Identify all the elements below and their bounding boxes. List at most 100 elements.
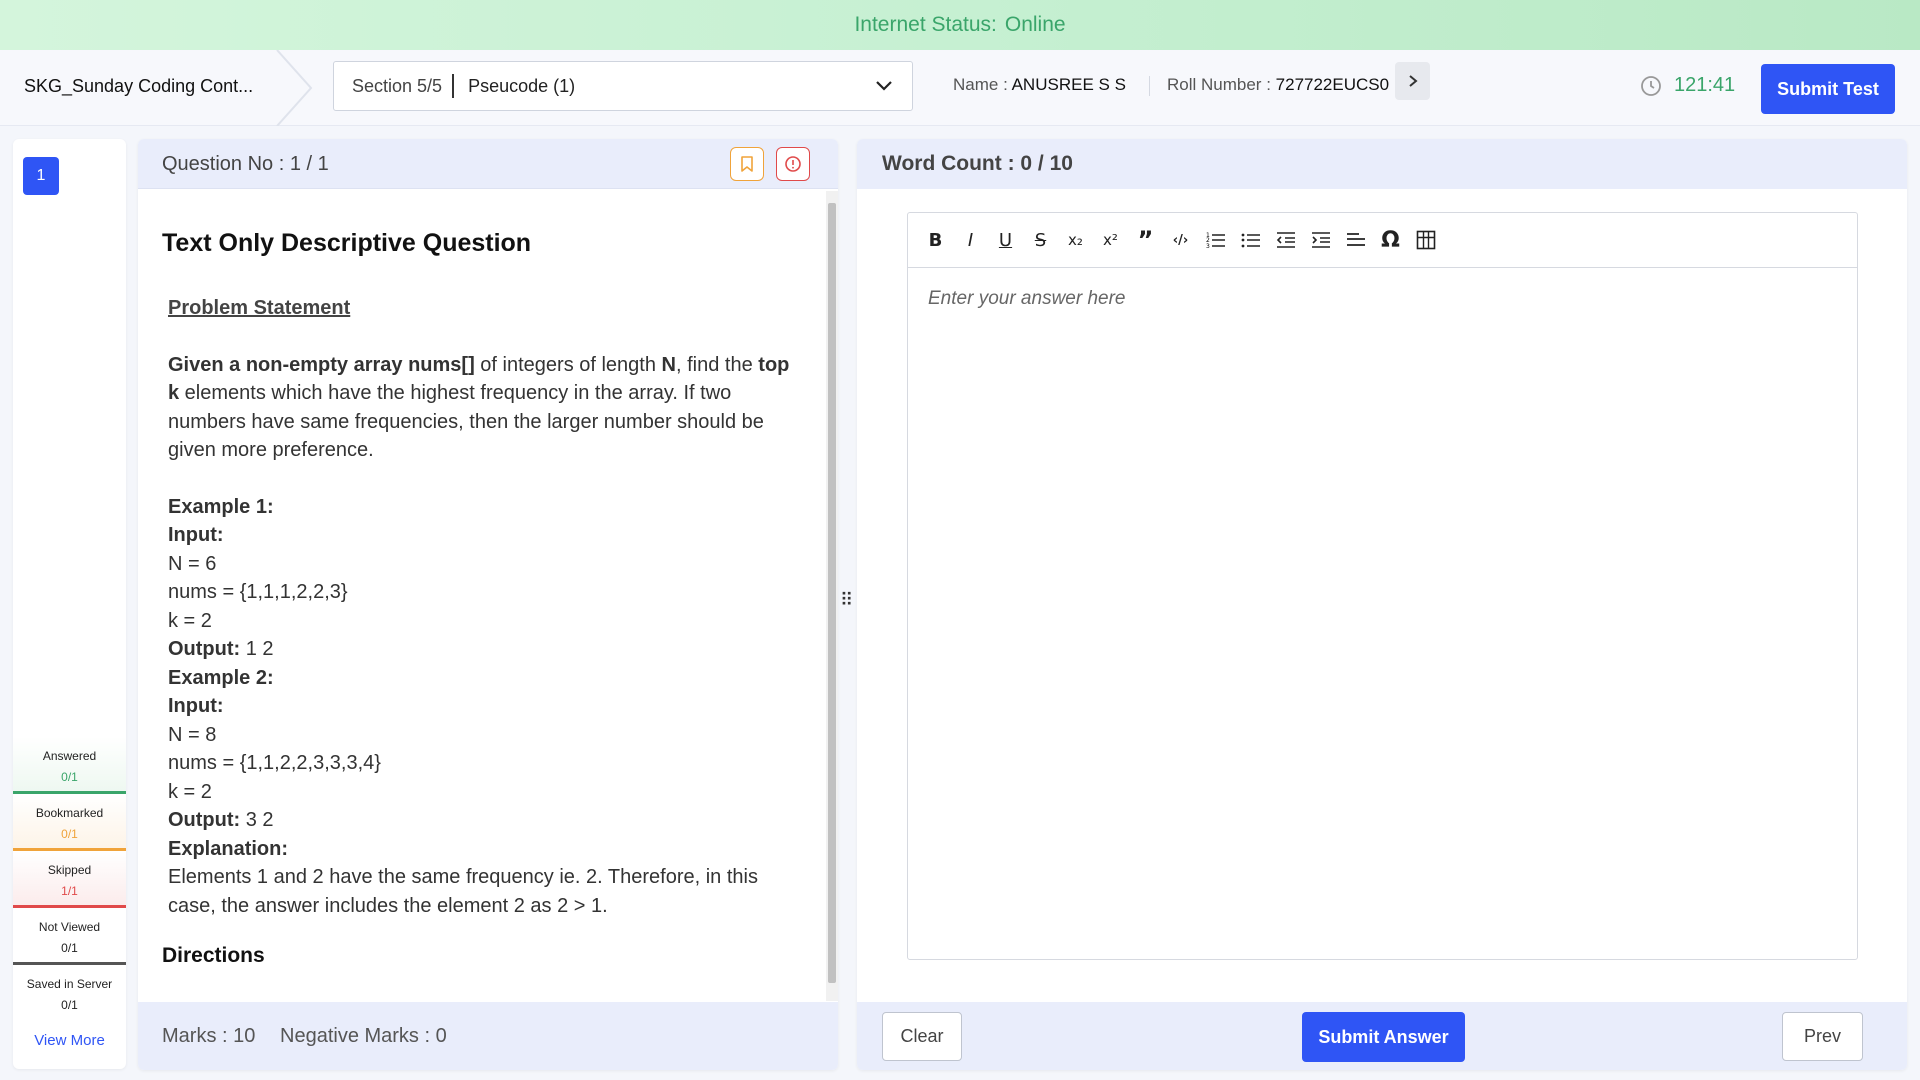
legend-label: Bookmarked	[35, 806, 104, 820]
panel-resize-handle-icon[interactable]: ⠿	[840, 590, 853, 611]
problem-bold-2: N	[661, 353, 676, 376]
chevron-right-icon	[1408, 75, 1418, 87]
word-count: Word Count : 0 / 10	[882, 152, 1073, 175]
view-more-link[interactable]: View More	[13, 1032, 126, 1049]
question-navigator: 1 Answered 0/1 Bookmarked 0/1 Skipped 1/…	[13, 139, 126, 1069]
question-title: Text Only Descriptive Question	[162, 229, 532, 257]
negative-marks: Negative Marks : 0	[280, 1025, 447, 1047]
legend-label: Saved in Server	[26, 977, 113, 991]
example-1-k: k = 2	[168, 609, 212, 632]
example-1-input-label: Input:	[168, 524, 224, 546]
report-issue-button[interactable]	[776, 147, 810, 181]
indent-icon[interactable]	[1303, 225, 1338, 255]
problem-text-1: of integers of length	[474, 353, 662, 376]
example-1-nums: nums = {1,1,1,2,2,3}	[168, 581, 348, 603]
marks: Marks : 10	[162, 1025, 256, 1047]
answer-footer: Clear Submit Answer Prev	[857, 1002, 1907, 1070]
table-icon[interactable]	[1408, 225, 1443, 255]
italic-icon[interactable]: I	[953, 225, 988, 255]
legend-label: Answered	[42, 749, 97, 763]
problem-bold-1: Given a non-empty array nums[]	[168, 353, 475, 376]
question-body: Text Only Descriptive Question Problem S…	[138, 191, 826, 1001]
roll-value: 727722EUCS0	[1275, 75, 1390, 94]
internet-status-label: Internet Status:	[854, 13, 997, 36]
legend-saved-in-server: Saved in Server 0/1	[13, 965, 126, 1022]
scrollbar-thumb[interactable]	[828, 203, 836, 983]
name-value: ANUSREE S S	[1011, 75, 1126, 94]
example-2-nums: nums = {1,1,2,2,3,3,3,4}	[168, 752, 381, 774]
example-2-heading: Example 2:	[168, 666, 274, 689]
explanation-label: Explanation:	[168, 837, 289, 860]
problem-text-2: , find the	[676, 353, 759, 376]
problem-statement-heading: Problem Statement	[168, 297, 351, 319]
example-2-input-label: Input:	[168, 695, 224, 717]
clear-button[interactable]: Clear	[882, 1012, 962, 1061]
legend-count: 0/1	[61, 770, 78, 784]
alert-circle-icon	[785, 156, 801, 172]
chevron-down-icon	[876, 81, 892, 91]
legend-count: 0/1	[61, 998, 78, 1012]
answer-header: Word Count : 0 / 10	[857, 139, 1907, 189]
svg-text:3: 3	[1206, 243, 1210, 249]
superscript-icon[interactable]: x²	[1093, 225, 1128, 255]
problem-paragraph: Given a non-empty array nums[] of intege…	[168, 351, 802, 465]
expand-details-button[interactable]	[1395, 62, 1430, 100]
bookmark-button[interactable]	[730, 147, 764, 181]
legend-label: Not Viewed	[38, 920, 101, 934]
legend-skipped: Skipped 1/1	[13, 851, 126, 908]
legend-label: Skipped	[47, 863, 92, 877]
bookmark-icon	[741, 156, 753, 172]
roll-label: Roll Number :	[1167, 75, 1271, 94]
problem-text-3: elements which have the highest frequenc…	[168, 382, 764, 461]
underline-icon[interactable]: U	[988, 225, 1023, 255]
question-number-label: Question No : 1 / 1	[162, 153, 329, 175]
example-1-output: Output: 1 2	[168, 638, 274, 660]
subscript-icon[interactable]: x₂	[1058, 225, 1093, 255]
example-2-output: Output: 3 2	[168, 809, 274, 831]
answer-panel: Word Count : 0 / 10 B I U S x₂ x² ” ‹/› …	[857, 139, 1907, 1070]
question-number-button[interactable]: 1	[23, 157, 59, 195]
bold-icon[interactable]: B	[918, 225, 953, 255]
internet-status-value: Online	[1004, 13, 1066, 36]
timer: 121:41	[1640, 74, 1735, 97]
section-select[interactable]: Section 5/5 Pseucode (1)	[333, 61, 913, 111]
special-character-icon[interactable]: Ω	[1373, 225, 1408, 255]
answer-input[interactable]: Enter your answer here	[908, 269, 1857, 959]
roll-number: Roll Number : 727722EUCS0	[1167, 75, 1397, 95]
question-panel: Question No : 1 / 1 Text Only Descriptiv…	[138, 139, 838, 1070]
blockquote-icon[interactable]: ”	[1128, 225, 1163, 255]
example-1-n: N = 6	[168, 552, 217, 575]
contest-name: SKG_Sunday Coding Cont...	[24, 76, 254, 96]
prev-button[interactable]: Prev	[1782, 1012, 1863, 1061]
ordered-list-icon[interactable]: 123	[1198, 225, 1233, 255]
code-icon[interactable]: ‹/›	[1163, 225, 1198, 255]
test-header: SKG_Sunday Coding Cont... Section 5/5 Ps…	[0, 50, 1920, 126]
timer-value: 121:41	[1674, 74, 1736, 96]
bullet-list-icon[interactable]	[1233, 225, 1268, 255]
clock-icon	[1641, 75, 1661, 96]
legend-count: 0/1	[61, 941, 78, 955]
example-2-n: N = 8	[168, 723, 217, 746]
legend-count: 1/1	[61, 884, 78, 898]
section-subject: Pseucode (1)	[468, 75, 576, 96]
outdent-icon[interactable]	[1268, 225, 1303, 255]
question-footer: Marks : 10 Negative Marks : 0	[138, 1002, 838, 1070]
align-left-icon[interactable]	[1338, 225, 1373, 255]
rich-text-editor: B I U S x₂ x² ” ‹/› 123 Ω Enter your ans…	[907, 212, 1858, 960]
submit-answer-button[interactable]: Submit Answer	[1302, 1012, 1465, 1062]
internet-status-bar: Internet Status: Online	[0, 0, 1920, 50]
name-label: Name :	[953, 75, 1008, 94]
editor-toolbar: B I U S x₂ x² ” ‹/› 123 Ω	[908, 213, 1857, 268]
candidate-divider	[1148, 75, 1150, 96]
submit-test-button[interactable]: Submit Test	[1761, 64, 1895, 114]
question-text: Problem Statement Given a non-empty arra…	[162, 294, 802, 920]
candidate-name: Name : ANUSREE S S	[953, 75, 1168, 96]
explanation-text: Elements 1 and 2 have the same frequency…	[168, 866, 758, 917]
question-scrollbar[interactable]	[826, 191, 838, 1001]
legend-count: 0/1	[61, 827, 78, 841]
status-legend: Answered 0/1 Bookmarked 0/1 Skipped 1/1 …	[13, 737, 126, 1022]
strikethrough-icon[interactable]: S	[1023, 225, 1058, 255]
breadcrumb-chevron-icon	[276, 50, 313, 126]
question-header: Question No : 1 / 1	[138, 139, 838, 189]
